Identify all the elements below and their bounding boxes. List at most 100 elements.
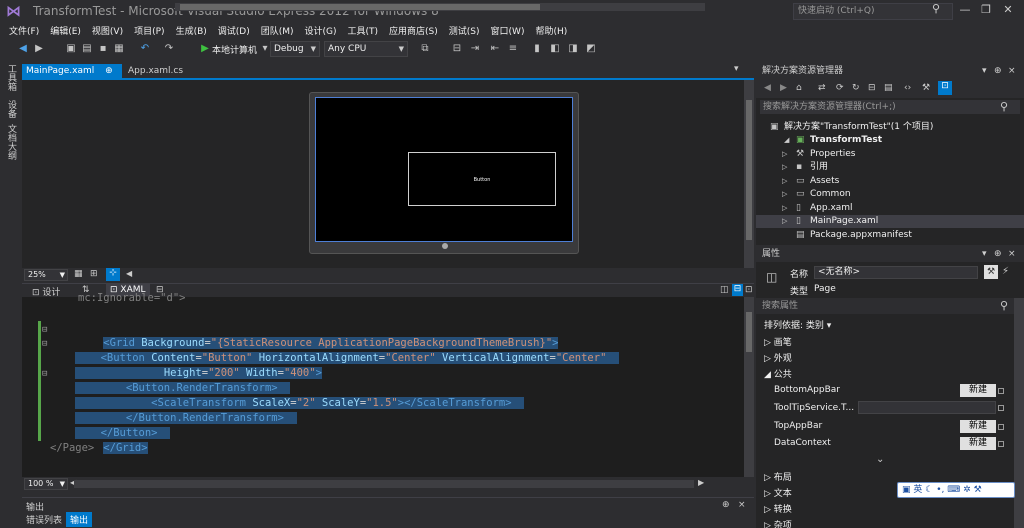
topappbar-new-button[interactable]: 新建 <box>960 420 996 433</box>
editor-zoom-select[interactable]: 100 % ▼ <box>24 478 68 490</box>
pending-changes-icon[interactable]: ⟳ <box>836 83 844 93</box>
expanded-arrow-icon[interactable]: ◢ <box>784 134 789 147</box>
tab-output[interactable]: 输出 <box>66 512 93 527</box>
menu-debug[interactable]: 调试(D) <box>215 22 258 38</box>
xaml-designer-surface[interactable]: Button <box>22 80 744 268</box>
designer-scroll-thumb[interactable] <box>746 100 752 240</box>
device-icon[interactable]: ⧉ <box>418 42 432 56</box>
tree-item-app-xaml[interactable]: ▷ ▯ App.xaml <box>756 202 1024 215</box>
design-button-preview[interactable]: Button <box>408 152 556 206</box>
events-icon[interactable]: ⚡ <box>1002 266 1009 277</box>
ime-moon-icon[interactable]: ☾ <box>925 485 933 495</box>
forward-icon[interactable]: ▶ <box>780 83 787 93</box>
undo-icon[interactable]: ↶ <box>138 42 152 56</box>
advanced-options-icon[interactable] <box>998 388 1004 394</box>
menu-tools[interactable]: 工具(T) <box>345 22 387 38</box>
ime-tools-icon[interactable]: ⚒ <box>974 485 982 495</box>
horizontal-split-icon[interactable]: ⊟ <box>732 284 743 296</box>
prev-bookmark-icon[interactable]: ◧ <box>548 42 562 56</box>
menu-test[interactable]: 测试(S) <box>446 22 488 38</box>
collapsed-arrow-icon[interactable]: ▷ <box>782 161 787 174</box>
restore-icon[interactable]: ❐ <box>976 3 996 16</box>
collapsed-arrow-icon[interactable]: ▷ <box>782 202 787 215</box>
ime-punct-icon[interactable]: •, <box>936 485 944 495</box>
collapsed-arrow-icon[interactable]: ▷ <box>782 215 787 228</box>
comment-icon[interactable]: ≡ <box>506 42 520 56</box>
collapsed-arrow-icon[interactable]: ▷ <box>782 188 787 201</box>
menu-store[interactable]: 应用商店(S) <box>386 22 446 38</box>
category-transform[interactable]: ▷ 转换 <box>764 502 792 515</box>
run-target-label[interactable]: 本地计算机 <box>212 43 257 56</box>
sync-icon[interactable]: ⇄ <box>818 83 826 93</box>
tree-item-common[interactable]: ▷ ▭ Common <box>756 188 1024 201</box>
name-input[interactable]: <无名称> <box>814 266 978 279</box>
tree-item-manifest[interactable]: ▤ Package.appxmanifest <box>756 229 1024 242</box>
save-all-icon[interactable]: ▦ <box>112 42 126 56</box>
page-preview[interactable]: Button <box>315 97 573 242</box>
search-icon[interactable]: ⚲ <box>932 2 940 15</box>
home-icon[interactable]: ⌂ <box>796 83 802 93</box>
ime-settings-icon[interactable]: ✲ <box>963 485 971 495</box>
indent-icon[interactable]: ⇥ <box>468 42 482 56</box>
menu-window[interactable]: 窗口(W) <box>488 22 533 38</box>
properties-icon[interactable]: ⚒ <box>922 83 930 93</box>
category-appearance[interactable]: ▷ 外观 <box>764 351 792 364</box>
properties-wrench-icon[interactable]: ⚒ <box>984 265 998 279</box>
ime-keyboard-icon[interactable]: ⌨ <box>947 485 960 495</box>
pin-icon[interactable]: ⊕ <box>994 62 1002 80</box>
properties-search-input[interactable]: 搜索属性 <box>756 298 1024 314</box>
solution-search-input[interactable]: 搜索解决方案资源管理器(Ctrl+;) <box>760 100 1020 114</box>
advanced-options-icon[interactable] <box>998 441 1004 447</box>
minimize-icon[interactable]: — <box>955 3 975 16</box>
tree-item-mainpage-xaml[interactable]: ▷ ▯ MainPage.xaml <box>756 215 1024 228</box>
new-project-icon[interactable]: ▣ <box>64 42 78 56</box>
editor-horizontal-scrollbar[interactable] <box>74 480 694 488</box>
outdent-icon[interactable]: ⇤ <box>488 42 502 56</box>
xaml-code-editor[interactable]: ⊟ ⊟ ⊟ mc:Ignorable="d"> <Grid Background… <box>22 292 744 477</box>
expand-more-icon[interactable]: ⌄ <box>876 454 884 465</box>
show-all-files-icon[interactable]: ▤ <box>884 83 893 93</box>
dropdown-icon[interactable]: ▾ <box>982 246 987 262</box>
editor-scroll-thumb[interactable] <box>746 312 752 352</box>
menu-team[interactable]: 团队(M) <box>258 22 302 38</box>
menu-project[interactable]: 项目(P) <box>131 22 172 38</box>
align-icon[interactable]: ⊟ <box>450 42 464 56</box>
properties-scrollbar[interactable] <box>1014 298 1024 528</box>
collapsed-arrow-icon[interactable]: ▷ <box>782 175 787 188</box>
vertical-split-icon[interactable]: ◫ <box>720 285 729 295</box>
advanced-options-icon[interactable] <box>998 424 1004 430</box>
menu-help[interactable]: 帮助(H) <box>532 22 575 38</box>
refresh-icon[interactable]: ↻ <box>852 83 860 93</box>
designer-zoom-select[interactable]: 25% ▼ <box>24 269 68 281</box>
sort-by-dropdown[interactable]: 排列依据: 类别 ▾ <box>764 318 831 331</box>
pin-icon[interactable]: ⊕ <box>722 500 730 510</box>
tab-dropdown-icon[interactable]: ▾ <box>734 64 739 74</box>
close-icon[interactable]: × <box>1008 246 1016 262</box>
quick-launch-input[interactable]: 快速启动 (Ctrl+Q) <box>793 3 953 20</box>
search-icon[interactable]: ⚲ <box>1000 299 1008 312</box>
ime-language[interactable]: 英 <box>913 485 922 495</box>
close-icon[interactable]: × <box>1008 62 1016 80</box>
expand-pane-icon[interactable]: ⊡ <box>745 285 753 295</box>
resize-handle-icon[interactable] <box>442 243 448 249</box>
device-tab[interactable]: 设备 <box>5 100 18 118</box>
open-file-icon[interactable]: ▤ <box>80 42 94 56</box>
menu-view[interactable]: 视图(V) <box>89 22 131 38</box>
bookmark-icon[interactable]: ▮ <box>530 42 544 56</box>
tab-mainpage-xaml[interactable]: MainPage.xaml ⊕ × <box>22 64 122 90</box>
menu-design[interactable]: 设计(G) <box>302 22 345 38</box>
save-icon[interactable]: ▪ <box>96 42 110 56</box>
document-outline-tab[interactable]: 文档大纲 <box>5 124 18 160</box>
search-icon[interactable]: ⚲ <box>1000 100 1008 113</box>
menu-build[interactable]: 生成(B) <box>173 22 215 38</box>
tooltipservice-input[interactable] <box>858 401 996 414</box>
toolbox-tab[interactable]: 工具箱 <box>5 64 18 91</box>
category-common[interactable]: ◢ 公共 <box>764 367 792 380</box>
snap-lines-icon[interactable]: ⊹ <box>106 268 120 281</box>
tree-item-references[interactable]: ▷ ▪ 引用 <box>756 161 1024 174</box>
back-icon[interactable]: ◀ <box>764 83 771 93</box>
platform-select[interactable]: Any CPU ▼ <box>324 41 408 57</box>
tree-item-project[interactable]: ◢ ▣ TransformTest <box>756 134 1024 147</box>
category-text[interactable]: ▷ 文本 <box>764 486 792 499</box>
category-layout[interactable]: ▷ 布局 <box>764 470 792 483</box>
